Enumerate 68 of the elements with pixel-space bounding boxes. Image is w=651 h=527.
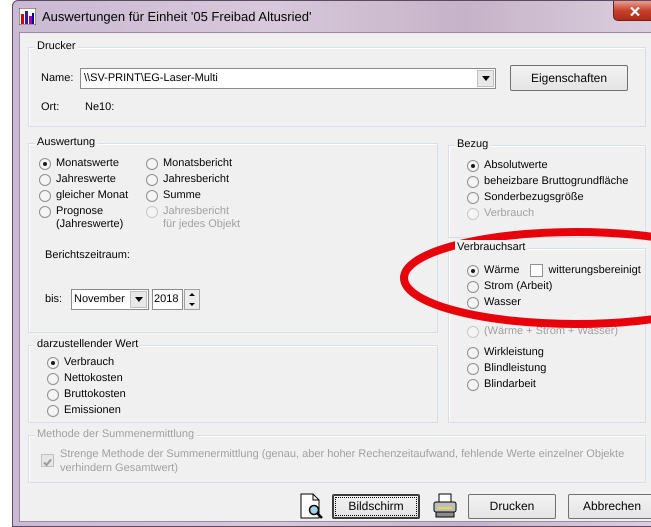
up-arrow-icon[interactable]	[189, 293, 195, 296]
caret-icon	[134, 297, 142, 302]
radio-button[interactable]	[47, 389, 59, 401]
field-label: Name:	[41, 70, 74, 86]
radio-button[interactable]	[47, 405, 59, 417]
radio-label[interactable]: Monatswerte	[56, 157, 119, 170]
field-label: bis:	[45, 292, 64, 307]
group-title: Bezug	[455, 137, 490, 152]
radio-button[interactable]	[467, 281, 479, 293]
chart-icon	[19, 8, 36, 25]
radio-button[interactable]	[467, 192, 479, 204]
group-title: Auswertung	[35, 135, 98, 150]
radio-button[interactable]	[39, 206, 51, 218]
month-dropdown[interactable]: November	[71, 289, 149, 310]
radio-button[interactable]	[467, 176, 479, 188]
dialog-button[interactable]: Abbrechen	[568, 494, 651, 518]
spinner-control[interactable]	[184, 289, 200, 310]
location-value: Ne10:	[85, 100, 114, 115]
radio-label[interactable]: gleicher Monat	[56, 189, 128, 202]
checkbox[interactable]	[530, 264, 544, 277]
radio-button[interactable]	[39, 190, 51, 202]
dialog-button[interactable]: Bildschirm	[332, 494, 420, 518]
printer-dropdown[interactable]: \\SV-PRINT\EG-Laser-Multi	[80, 68, 496, 88]
radio-label[interactable]: Jahreswerte	[56, 173, 116, 186]
radio-label[interactable]: Wasser	[484, 296, 521, 309]
caret-icon	[482, 76, 490, 80]
checkbox-label[interactable]: witterungsbereinigt	[548, 264, 641, 277]
field-label: Ort:	[41, 100, 60, 115]
radio-label[interactable]: Wärme	[484, 264, 520, 277]
radio-button[interactable]	[467, 297, 479, 309]
radio-label[interactable]: Blindarbeit	[484, 378, 536, 391]
radio-button[interactable]	[467, 379, 479, 391]
radio-label[interactable]: Wirkleistung	[484, 346, 544, 359]
close-icon	[630, 6, 640, 16]
down-arrow-icon[interactable]	[189, 302, 195, 306]
radio-label[interactable]: Blindleistung	[484, 362, 546, 375]
radio-button[interactable]	[146, 158, 158, 170]
radio-button[interactable]	[467, 363, 479, 375]
radio-label[interactable]: Jahresbericht	[163, 173, 230, 186]
radio-label[interactable]: Absolutwerte	[484, 159, 548, 172]
radio-button[interactable]	[39, 158, 51, 170]
radio-label[interactable]: Summe	[163, 189, 201, 202]
field-label: Berichtszeitraum:	[45, 248, 130, 263]
radio-label[interactable]: beheizbare Bruttogrundfläche	[484, 175, 628, 188]
radio-label[interactable]: Verbrauch	[64, 356, 114, 369]
radio-button[interactable]	[146, 190, 158, 202]
radio-button[interactable]	[467, 160, 479, 172]
window-title: Auswertungen für Einheit '05 Freibad Altusried'	[42, 9, 312, 24]
dialog-button[interactable]: Drucken	[468, 494, 556, 518]
radio-button[interactable]	[146, 174, 158, 186]
radio-label[interactable]: Prognose (Jahreswerte)	[56, 205, 124, 231]
properties-button[interactable]: Eigenschaften	[510, 65, 628, 91]
close-button[interactable]	[613, 1, 651, 21]
radio-button[interactable]	[47, 373, 59, 385]
radio-label[interactable]: Emissionen	[64, 404, 121, 417]
radio-label[interactable]: Strom (Arbeit)	[484, 280, 552, 293]
preview-icon[interactable]	[298, 493, 324, 519]
radio-button[interactable]	[39, 174, 51, 186]
radio-button[interactable]	[467, 265, 479, 277]
radio-label[interactable]: Sonderbezugsgröße	[484, 191, 584, 204]
printer-icon[interactable]	[432, 493, 458, 519]
group-title: Methode der Summenermittlung	[35, 427, 196, 442]
radio-label[interactable]: Monatsbericht	[163, 157, 232, 170]
radio-button[interactable]	[467, 347, 479, 359]
radio-label[interactable]: Bruttokosten	[64, 388, 126, 401]
radio-label[interactable]: Nettokosten	[64, 372, 123, 385]
year-field[interactable]: 2018	[152, 289, 183, 310]
radio-button[interactable]	[47, 357, 59, 369]
